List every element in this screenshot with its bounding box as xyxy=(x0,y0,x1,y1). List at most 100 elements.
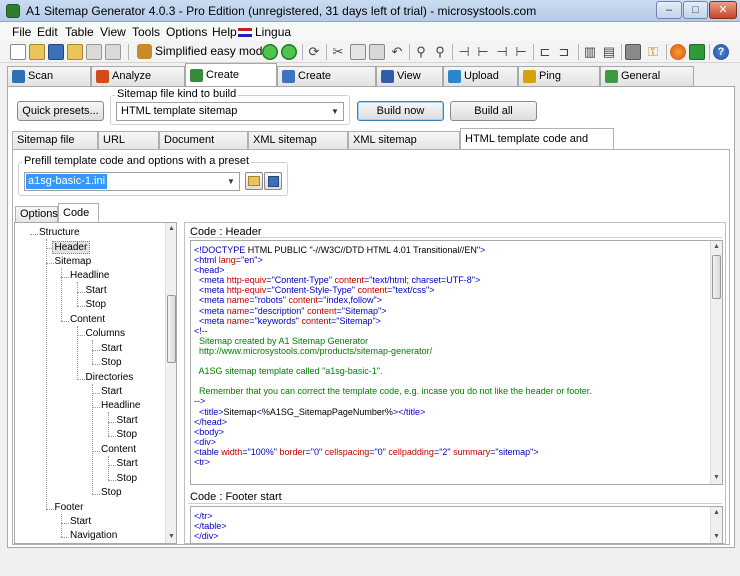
tab-scan-website[interactable]: Scan website xyxy=(7,66,91,100)
tree-node-header[interactable]: Header xyxy=(51,241,91,255)
maximize-button[interactable]: □ xyxy=(683,1,708,19)
tree-node-content[interactable]: Content xyxy=(70,314,105,325)
tree-node-stop[interactable]: Stop xyxy=(101,487,122,498)
key-icon[interactable]: ⚿ xyxy=(644,43,662,61)
list-icon[interactable] xyxy=(105,44,121,60)
tree-node-headline[interactable]: Headline xyxy=(101,400,140,411)
code-footer-scrollbar[interactable]: ▲ ▼ xyxy=(710,507,722,543)
settings-icon[interactable] xyxy=(625,44,641,60)
tab-sitemap-file-paths[interactable]: Sitemap file paths xyxy=(12,131,98,162)
scroll-up-icon[interactable]: ▲ xyxy=(166,223,176,234)
tree-node-stop[interactable]: Stop xyxy=(117,429,138,440)
code-header-scroll-thumb[interactable] xyxy=(712,255,721,299)
find-icon[interactable]: ⚲ xyxy=(412,43,430,61)
sitemap-kind-select[interactable]: HTML template sitemap ▼ xyxy=(116,102,344,121)
build-now-button[interactable]: Build now xyxy=(357,101,444,121)
code-line: </head> xyxy=(194,416,228,427)
menu-tools[interactable]: Tools xyxy=(132,25,160,39)
code-header-editor[interactable]: <!DOCTYPE HTML PUBLIC "-//W3C//DTD HTML … xyxy=(190,240,723,485)
minimize-button[interactable]: – xyxy=(656,1,682,19)
tree-node-structure[interactable]: Structure xyxy=(39,227,80,238)
find-next-icon[interactable]: ⚲ xyxy=(431,43,449,61)
column-left-icon[interactable]: ⊏ xyxy=(536,43,554,61)
copy-icon[interactable] xyxy=(350,44,366,60)
tree-node-stop[interactable]: Stop xyxy=(86,299,107,310)
tab-url-options[interactable]: URL options xyxy=(98,131,159,162)
tree-node-navigation[interactable]: Navigation xyxy=(70,530,117,541)
align-right-icon[interactable]: ⊣ xyxy=(493,43,511,61)
tab-create-sitemap[interactable]: Create sitemap xyxy=(185,63,277,103)
align-left-icon[interactable]: ⊣ xyxy=(455,43,473,61)
forward-icon[interactable] xyxy=(281,44,297,60)
menu-file[interactable]: File xyxy=(12,25,31,39)
paste-icon[interactable] xyxy=(369,44,385,60)
quick-presets-button[interactable]: Quick presets... xyxy=(17,101,104,121)
lingua-menu[interactable]: Lingua xyxy=(238,25,291,39)
scroll-down-icon[interactable]: ▼ xyxy=(711,531,722,542)
back-icon[interactable] xyxy=(262,44,278,60)
firefox-icon[interactable] xyxy=(670,44,686,60)
new-file-icon[interactable] xyxy=(10,44,26,60)
build-all-button[interactable]: Build all xyxy=(450,101,537,121)
tree-node-columns[interactable]: Columns xyxy=(86,328,125,339)
tree-node-stop[interactable]: Stop xyxy=(117,473,138,484)
menu-help[interactable]: Help xyxy=(212,25,237,39)
simplified-mode-toggle[interactable]: Simplified easy mode xyxy=(137,44,269,61)
tab-code[interactable]: Code xyxy=(58,203,99,223)
help-icon[interactable]: ? xyxy=(713,44,729,60)
expand-icon[interactable]: ▤ xyxy=(600,43,618,61)
tab-upload-files[interactable]: Upload files xyxy=(443,66,518,100)
open-folder-icon[interactable] xyxy=(29,44,45,60)
menu-view[interactable]: View xyxy=(100,25,126,39)
tree-node-sitemap[interactable]: Sitemap xyxy=(55,256,92,267)
save-icon[interactable] xyxy=(48,44,64,60)
tab-xml-sitemap-options[interactable]: XML sitemap options xyxy=(248,131,348,162)
tree-node-start[interactable]: Start xyxy=(101,386,122,397)
column-right-icon[interactable]: ⊐ xyxy=(555,43,573,61)
toolbar-separator xyxy=(533,44,534,60)
code-footer-editor[interactable]: </tr> </table> </div> ▲ ▼ xyxy=(190,506,723,544)
scroll-down-icon[interactable]: ▼ xyxy=(711,472,722,483)
scroll-up-icon[interactable]: ▲ xyxy=(711,241,722,252)
tree-node-start[interactable]: Start xyxy=(117,458,138,469)
properties-icon[interactable] xyxy=(86,44,102,60)
tree-node-directories[interactable]: Directories xyxy=(86,372,134,383)
tree-node-start[interactable]: Start xyxy=(117,415,138,426)
tree-node-start[interactable]: Start xyxy=(101,343,122,354)
open-project-icon[interactable] xyxy=(67,44,83,60)
tab-ping-sitemap[interactable]: Ping sitemap xyxy=(518,66,600,100)
menu-options[interactable]: Options xyxy=(166,25,207,39)
scroll-down-icon[interactable]: ▼ xyxy=(166,531,176,542)
distribute-icon[interactable]: ⊢ xyxy=(512,43,530,61)
tab-xml-sitemap-extensions[interactable]: XML sitemap extensions xyxy=(348,131,460,162)
tab-analyze-website[interactable]: Analyze website xyxy=(91,66,185,100)
tree-node-stop[interactable]: Stop xyxy=(101,357,122,368)
save-preset-button[interactable] xyxy=(264,172,282,190)
tab-document-options[interactable]: Document options xyxy=(159,131,248,162)
tree-node-content[interactable]: Content xyxy=(101,444,136,455)
undo-icon[interactable]: ↶ xyxy=(388,43,406,61)
tree-node-start[interactable]: Start xyxy=(70,516,91,527)
code-header-scrollbar[interactable]: ▲ ▼ xyxy=(710,241,722,484)
tab-general-options[interactable]: General options xyxy=(600,66,694,100)
template-structure-tree[interactable]: Structure Header Sitemap Headline Start Stop C… xyxy=(14,222,177,544)
share-icon[interactable] xyxy=(689,44,705,60)
tab-options[interactable]: Options xyxy=(15,206,58,222)
scroll-up-icon[interactable]: ▲ xyxy=(711,507,722,518)
tree-node-headline[interactable]: Headline xyxy=(70,270,109,281)
align-center-icon[interactable]: ⊢ xyxy=(474,43,492,61)
menu-edit[interactable]: Edit xyxy=(37,25,58,39)
tree-scrollbar[interactable]: ▲ ▼ xyxy=(165,223,176,543)
refresh-icon[interactable]: ⟳ xyxy=(305,43,323,61)
menu-table[interactable]: Table xyxy=(65,25,94,39)
tree-scroll-thumb[interactable] xyxy=(167,295,176,363)
cut-icon[interactable]: ✂ xyxy=(329,43,347,61)
tree-node-footer[interactable]: Footer xyxy=(55,502,84,513)
tab-create-robots[interactable]: Create robots.txt xyxy=(277,66,376,100)
tab-html-template[interactable]: HTML template code and options xyxy=(460,128,614,165)
tree-node-start[interactable]: Start xyxy=(86,285,107,296)
collapse-icon[interactable]: ▥ xyxy=(581,43,599,61)
open-preset-button[interactable] xyxy=(245,172,263,190)
tab-view-files[interactable]: View files xyxy=(376,66,443,100)
close-button[interactable]: ✕ xyxy=(709,1,737,19)
